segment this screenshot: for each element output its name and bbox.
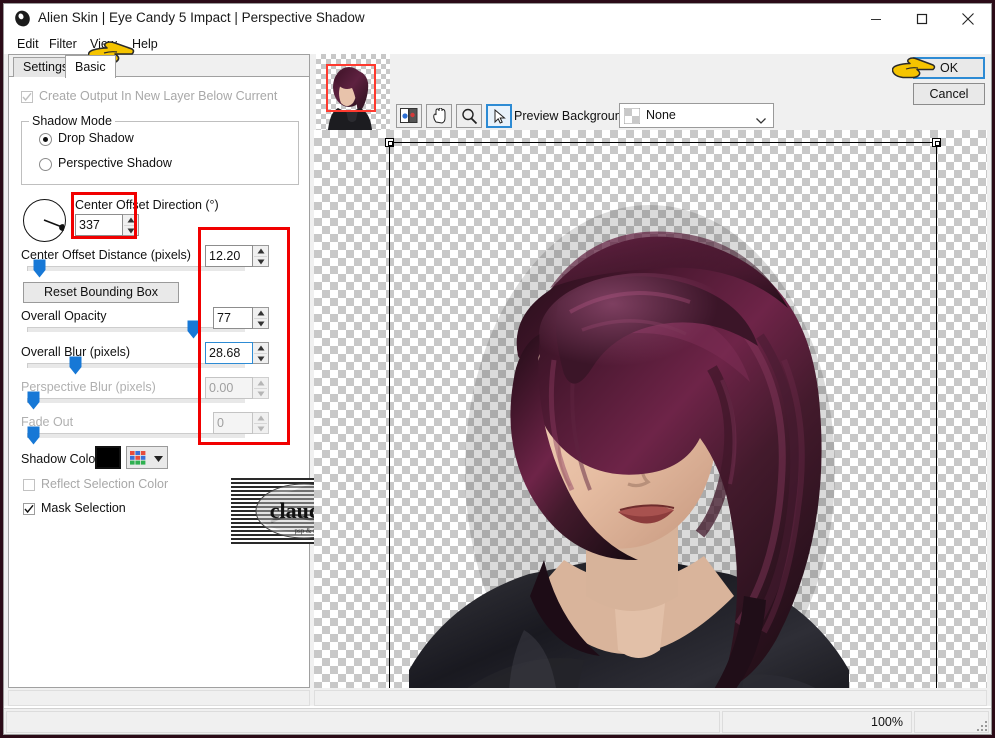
spinner-up-icon [253,378,268,388]
navigator-thumbnail[interactable] [316,54,390,132]
create-output-label: Create Output In New Layer Below Current [39,89,278,103]
radio-dot [39,158,52,171]
angle-dial[interactable] [23,199,66,242]
checkbox-box [21,91,33,103]
preview-panel: Preview Background: None [314,54,987,688]
spinner-up-icon [253,413,268,423]
portrait-preview-image [409,205,849,688]
spinner-down-icon [253,424,268,434]
spinner-buttons[interactable] [123,214,139,236]
spinner-down-icon[interactable] [123,226,138,236]
perspective-blur-label: Perspective Blur (pixels) [21,380,156,394]
zoom-level: 100% [871,715,903,729]
center-offset-distance-thumb[interactable] [33,259,46,278]
spinner-buttons[interactable] [253,307,269,329]
checkbox-box [23,479,35,491]
chevron-down-icon[interactable] [756,113,766,127]
settings-panel-hscrollbar[interactable] [8,690,310,706]
overall-opacity-label: Overall Opacity [21,309,107,323]
ok-button[interactable]: OK [913,57,985,79]
spinner-down-icon [253,389,268,399]
tab-strip: Settings Basic [9,55,309,78]
perspective-blur-value: 0.00 [205,377,253,399]
perspective-blur-thumb [27,391,40,410]
preview-canvas[interactable] [314,130,987,688]
title-bar: Alien Skin | Eye Candy 5 Impact | Perspe… [4,4,991,34]
maximize-button[interactable] [899,4,945,33]
menu-bar: Edit Filter View Help [4,34,991,54]
status-bar: 100% [4,708,991,734]
spinner-up-icon[interactable] [253,343,268,353]
spinner-down-icon[interactable] [253,354,268,364]
close-button[interactable] [945,4,991,33]
spinner-buttons[interactable] [253,342,269,364]
status-zoom-cell: 100% [722,711,912,733]
overall-blur-thumb[interactable] [69,356,82,375]
cancel-button[interactable]: Cancel [913,83,985,105]
main-content: Settings Basic Create Output In New Laye… [4,54,991,706]
reflect-selection-color-label: Reflect Selection Color [41,477,169,491]
navigator-viewport-rect[interactable] [326,64,376,112]
fade-out-value: 0 [213,412,253,434]
overall-blur-value[interactable]: 28.68 [205,342,253,364]
shadow-color-swatch[interactable] [95,446,121,469]
preview-split-tool-button[interactable] [396,104,422,128]
center-offset-distance-label: Center Offset Distance (pixels) [21,248,191,262]
application-window: Alien Skin | Eye Candy 5 Impact | Perspe… [3,3,992,735]
center-offset-distance-value[interactable]: 12.20 [205,245,253,267]
hand-tool-button[interactable] [426,104,452,128]
shadow-color-label: Shadow Color [21,452,100,466]
preview-background-select[interactable]: None [619,103,774,128]
spinner-buttons[interactable] [253,245,269,267]
spinner-down-icon[interactable] [253,319,268,329]
status-message-cell [6,711,720,733]
alien-skin-icon [14,10,31,27]
menu-item-filter[interactable]: Filter [44,36,82,52]
spinner-down-icon[interactable] [253,257,268,267]
resize-grip-icon[interactable] [976,720,988,732]
arrow-select-tool-button[interactable] [486,104,512,128]
menu-item-view[interactable]: View [85,36,122,52]
checker-swatch [623,107,641,125]
mask-selection-label: Mask Selection [41,501,126,515]
basic-tab-content: Create Output In New Layer Below Current… [9,77,377,687]
spinner-buttons [253,412,269,434]
window-title: Alien Skin | Eye Candy 5 Impact | Perspe… [38,10,365,25]
overall-opacity-thumb[interactable] [187,320,200,339]
settings-panel: Settings Basic Create Output In New Laye… [8,54,377,688]
preview-hscrollbar[interactable] [314,690,987,706]
radio-drop-shadow-label: Drop Shadow [58,131,134,145]
reset-bounding-box-button[interactable]: Reset Bounding Box [23,282,179,303]
zoom-tool-button[interactable] [456,104,482,128]
spinner-buttons [253,377,269,399]
minimize-button[interactable] [853,4,899,33]
preview-background-value: None [646,108,676,122]
checkbox-box [23,503,35,515]
spinner-up-icon[interactable] [253,246,268,256]
spinner-up-icon[interactable] [253,308,268,318]
color-palette-button[interactable] [126,446,168,469]
center-offset-direction-label: Center Offset Direction (°) [75,198,219,212]
radio-dot [39,133,52,146]
spinner-up-icon[interactable] [123,215,138,225]
overall-opacity-value[interactable]: 77 [213,307,253,329]
fade-out-thumb [27,426,40,445]
tab-basic[interactable]: Basic [65,55,116,78]
radio-perspective-shadow-label: Perspective Shadow [58,156,172,170]
preview-toolbar: Preview Background: None [314,54,987,132]
center-offset-direction-value[interactable]: 337 [75,214,123,236]
menu-item-edit[interactable]: Edit [12,36,44,52]
menu-item-help[interactable]: Help [127,36,163,52]
preview-background-label: Preview Background: [514,109,633,123]
shadow-mode-group-title: Shadow Mode [29,114,115,128]
